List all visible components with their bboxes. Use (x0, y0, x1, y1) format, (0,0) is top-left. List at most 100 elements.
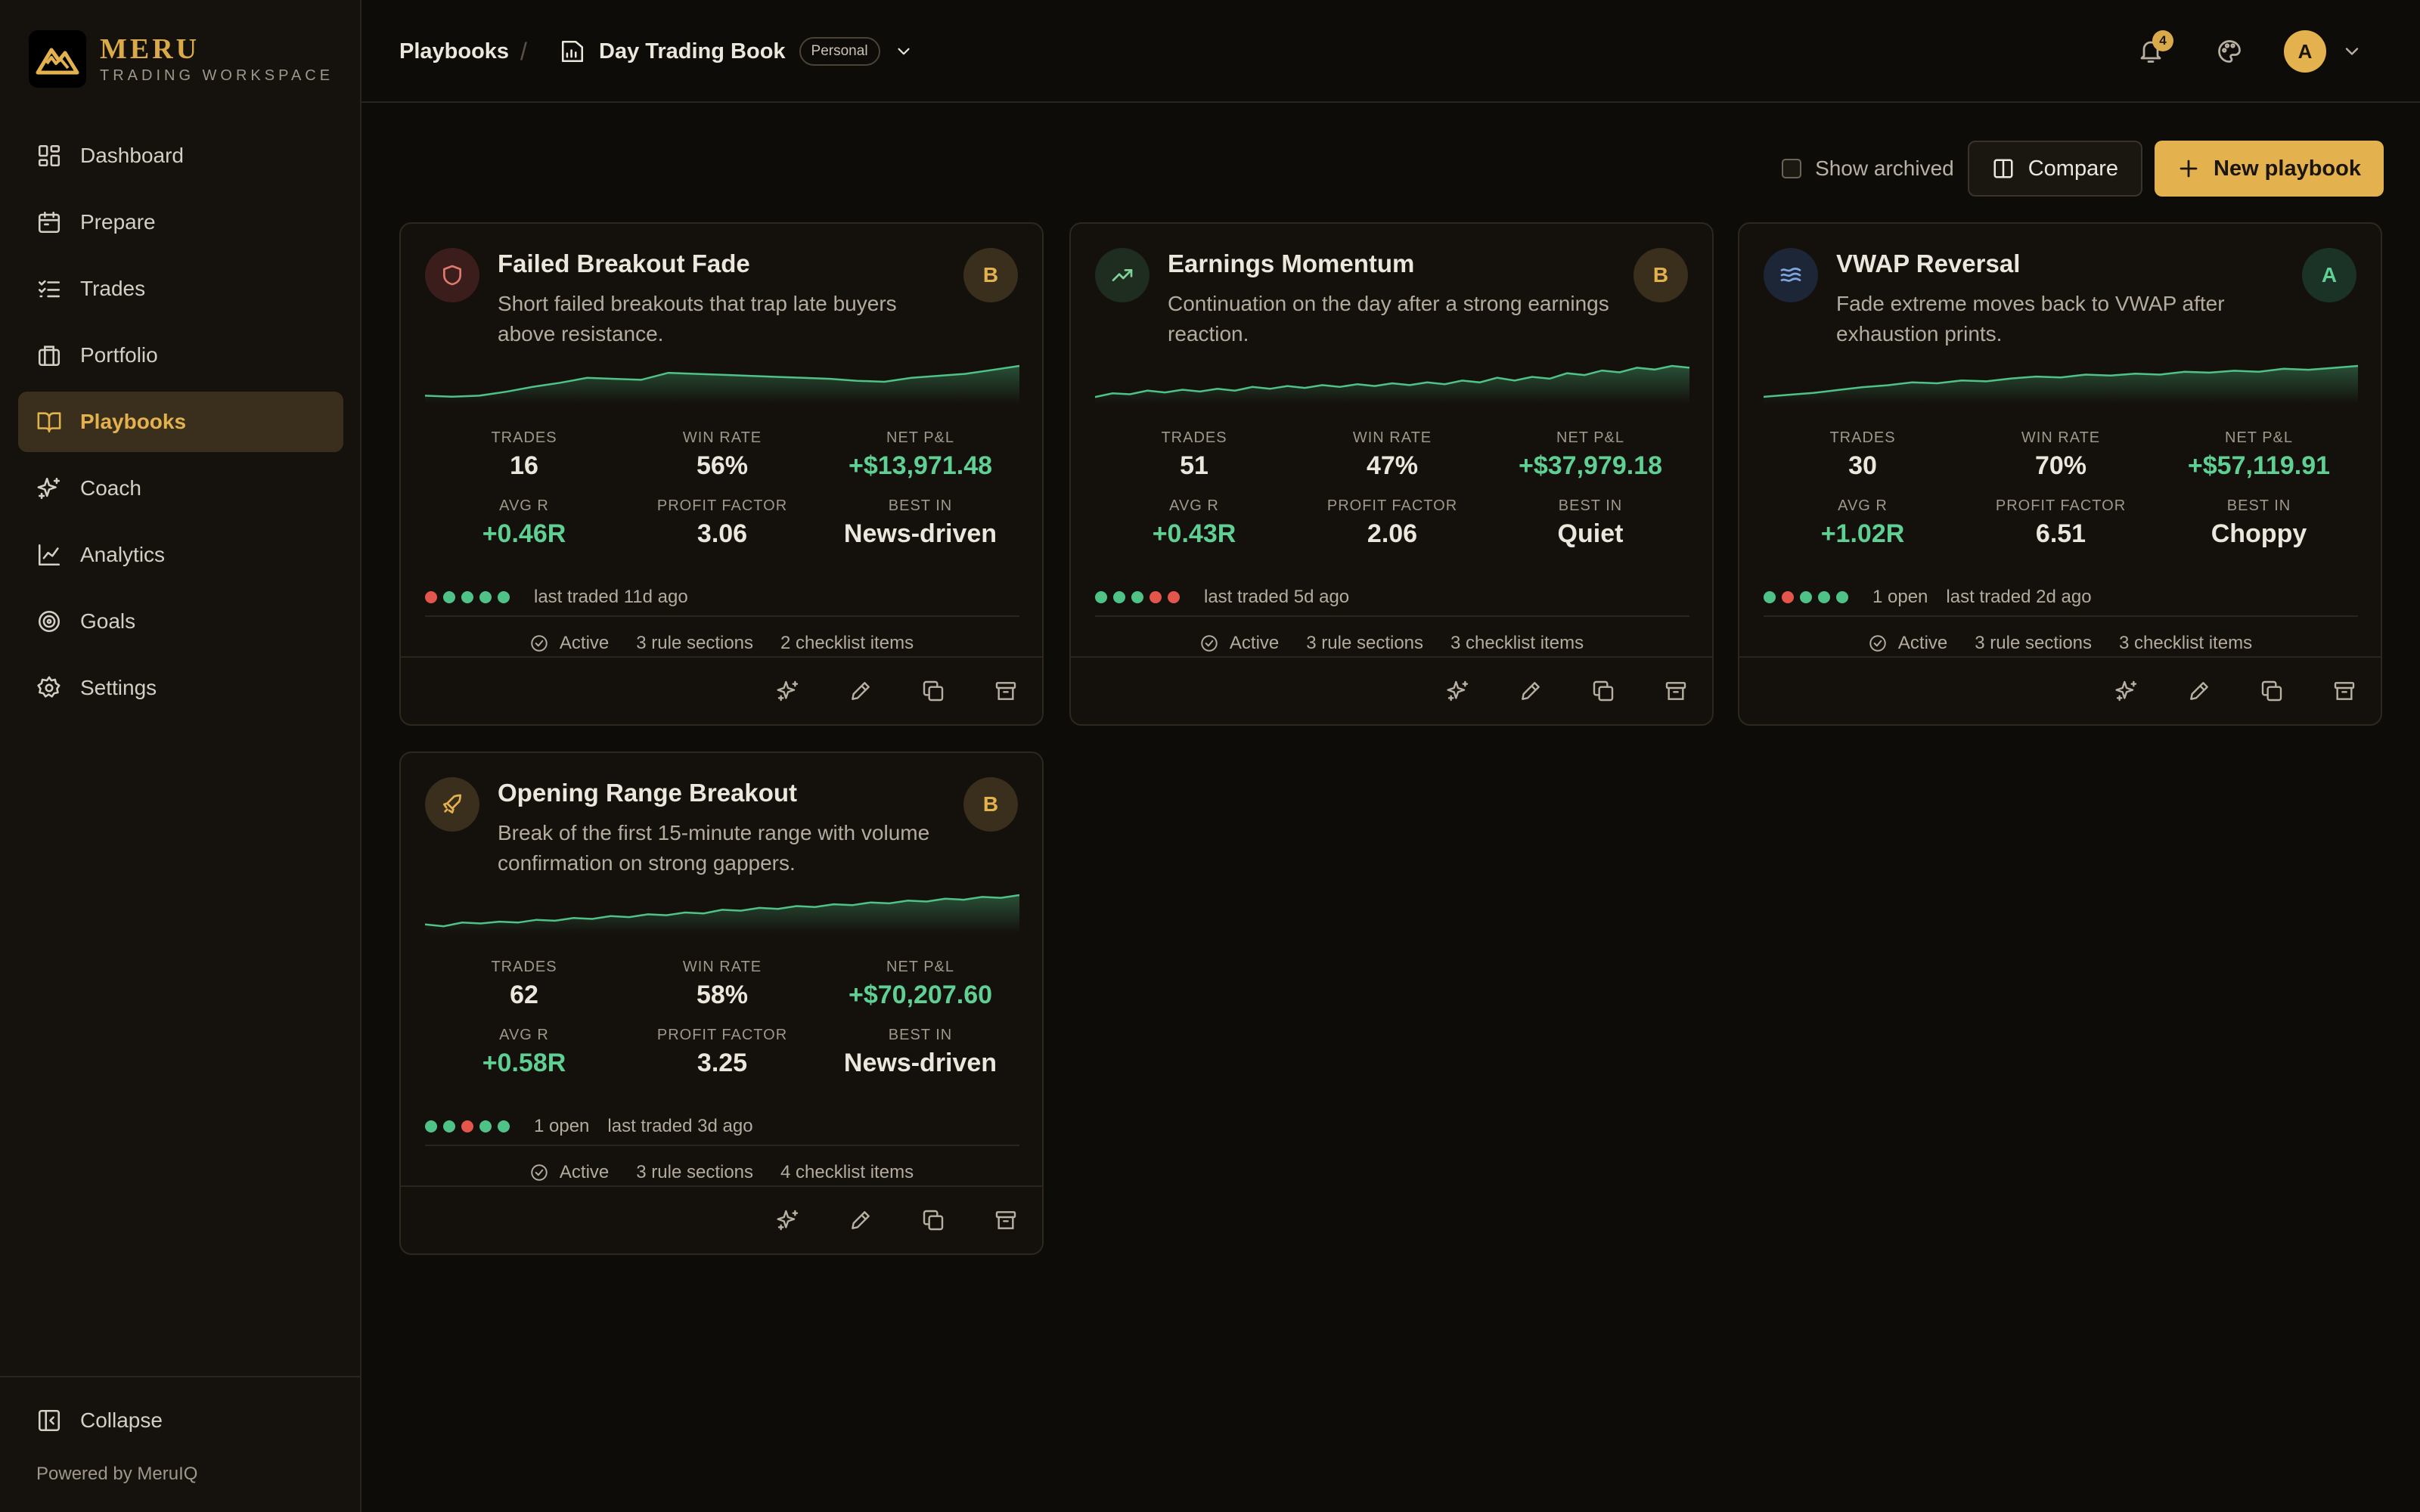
win-dot (443, 591, 455, 603)
duplicate-button[interactable] (1585, 673, 1621, 709)
book-switcher[interactable]: Day Trading Book Personal (560, 0, 914, 103)
coach-button[interactable] (770, 1202, 806, 1238)
duplicate-button[interactable] (915, 673, 951, 709)
playbook-title[interactable]: Failed Breakout Fade (498, 249, 750, 278)
avatar[interactable]: A (2284, 30, 2326, 73)
breadcrumb-separator: / (520, 37, 527, 65)
last-traded: last traded 3d ago (607, 1116, 753, 1136)
collapse-button[interactable]: Collapse (36, 1408, 163, 1433)
chevron-down-icon[interactable] (2341, 41, 2363, 62)
edit-button[interactable] (842, 673, 879, 709)
theme-button[interactable] (2211, 33, 2248, 70)
card-actions (1739, 656, 2381, 724)
stat-label: AVG R (1838, 497, 1888, 514)
duplicate-button[interactable] (915, 1202, 951, 1238)
sidebar-item-coach[interactable]: Coach (18, 458, 343, 519)
brand-subtitle: TRADING WORKSPACE (100, 67, 334, 84)
new-playbook-button[interactable]: New playbook (2155, 141, 2384, 197)
win-dot (498, 591, 510, 603)
line-chart-icon (36, 542, 62, 568)
sidebar-item-trades[interactable]: Trades (18, 259, 343, 319)
win-dot (443, 1120, 455, 1132)
playbook-title[interactable]: Earnings Momentum (1168, 249, 1414, 278)
check-circle-icon (1199, 634, 1219, 653)
sidebar-item-settings[interactable]: Settings (18, 658, 343, 718)
playbook-card-4[interactable]: Opening Range Breakout Break of the firs… (399, 751, 1044, 1255)
playbook-title[interactable]: Opening Range Breakout (498, 779, 797, 807)
columns-icon (1992, 157, 2015, 180)
show-archived-toggle[interactable]: Show archived (1782, 156, 1954, 181)
rule-sections: 3 rule sections (636, 633, 754, 653)
check-circle-icon (529, 1163, 549, 1182)
stat-profit-factor: PROFIT FACTOR 3.25 (623, 1027, 821, 1078)
pencil-icon (849, 1208, 873, 1232)
brand[interactable]: MERU TRADING WORKSPACE (29, 30, 334, 88)
coach-button[interactable] (770, 673, 806, 709)
win-dot (1095, 591, 1107, 603)
rule-sections: 3 rule sections (1306, 633, 1424, 653)
sidebar: MERU TRADING WORKSPACE Dashboard Prepare… (0, 0, 361, 1512)
stat-value: 62 (510, 981, 538, 1009)
sparkles-icon (36, 476, 62, 501)
shield-icon (440, 263, 464, 287)
stat-trades: TRADES 62 (425, 959, 623, 1010)
coach-button[interactable] (2108, 673, 2145, 709)
sidebar-item-label: Dashboard (80, 144, 184, 167)
archive-button[interactable] (1658, 673, 1694, 709)
loss-dot (425, 591, 437, 603)
win-dot (1836, 591, 1848, 603)
archive-icon (994, 1208, 1018, 1232)
topbar: Playbooks / Day Trading Book Personal 4 … (361, 0, 2420, 103)
playbook-title[interactable]: VWAP Reversal (1836, 249, 2020, 278)
archive-icon (1664, 679, 1688, 703)
edit-button[interactable] (1512, 673, 1549, 709)
archive-button[interactable] (2326, 673, 2363, 709)
rule-sections: 3 rule sections (1975, 633, 2093, 653)
stat-value: Choppy (2211, 519, 2307, 548)
archive-button[interactable] (988, 673, 1024, 709)
divider (1764, 615, 2358, 617)
divider (1095, 615, 1689, 617)
recent-results: last traded 11d ago (425, 587, 688, 608)
playbook-card-3[interactable]: VWAP Reversal Fade extreme moves back to… (1738, 222, 2382, 726)
duplicate-button[interactable] (2254, 673, 2290, 709)
stat-value: +0.58R (482, 1049, 566, 1077)
target-icon (36, 609, 62, 634)
stat-value: +0.46R (482, 519, 566, 548)
equity-area (1764, 366, 2358, 404)
breadcrumb-playbooks[interactable]: Playbooks (399, 0, 509, 103)
win-dot (1818, 591, 1830, 603)
sidebar-item-playbooks[interactable]: Playbooks (18, 392, 343, 452)
show-archived-checkbox[interactable] (1782, 159, 1802, 178)
copy-icon (921, 679, 945, 703)
loss-dot (1782, 591, 1794, 603)
sidebar-item-portfolio[interactable]: Portfolio (18, 325, 343, 386)
check-circle-icon (1868, 634, 1888, 653)
playbook-stats: TRADES 51 WIN RATE 47% NET P&L +$37,979.… (1095, 429, 1689, 549)
notifications-button[interactable]: 4 (2133, 30, 2173, 70)
playbook-card-1[interactable]: Failed Breakout Fade Short failed breako… (399, 222, 1044, 726)
archive-icon (2332, 679, 2356, 703)
playbook-card-2[interactable]: Earnings Momentum Continuation on the da… (1069, 222, 1714, 726)
archive-button[interactable] (988, 1202, 1024, 1238)
book-badge: Personal (799, 37, 880, 66)
edit-button[interactable] (2181, 673, 2217, 709)
stat-value: 3.06 (697, 519, 748, 548)
sidebar-item-analytics[interactable]: Analytics (18, 525, 343, 585)
coach-button[interactable] (1440, 673, 1476, 709)
compare-button[interactable]: Compare (1967, 141, 2142, 197)
collapse-sidebar-icon (36, 1408, 62, 1433)
sidebar-item-label: Goals (80, 609, 136, 633)
stat-value: +1.02R (1820, 519, 1905, 548)
checklist-items: 3 checklist items (2119, 633, 2253, 653)
stat-net-pnl: NET P&L +$57,119.91 (2160, 429, 2358, 481)
stat-label: WIN RATE (682, 429, 762, 446)
edit-button[interactable] (842, 1202, 879, 1238)
checklist-items: 3 checklist items (1450, 633, 1584, 653)
sidebar-item-goals[interactable]: Goals (18, 591, 343, 652)
stat-label: TRADES (1829, 429, 1896, 446)
notification-count: 4 (2152, 30, 2173, 51)
sidebar-item-dashboard[interactable]: Dashboard (18, 125, 343, 186)
copy-icon (2260, 679, 2284, 703)
sidebar-item-prepare[interactable]: Prepare (18, 192, 343, 253)
